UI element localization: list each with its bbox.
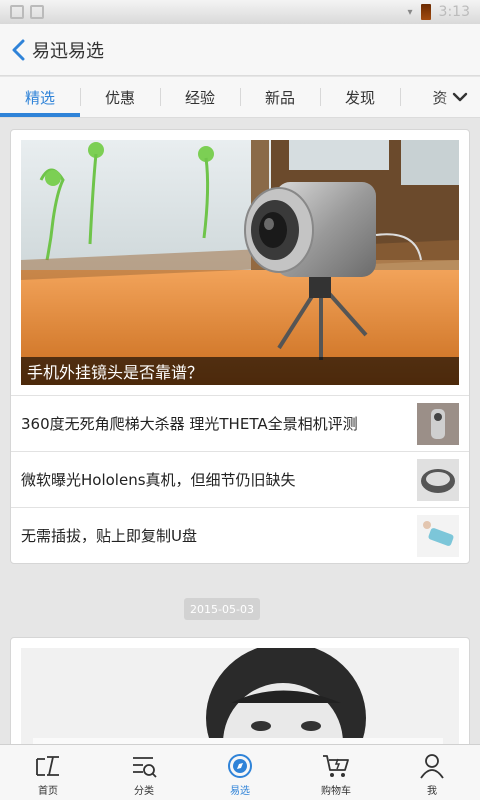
nav-picks[interactable]: 易选 — [192, 745, 288, 800]
tab-new[interactable]: 新品 — [240, 77, 320, 117]
home-icon — [36, 756, 59, 776]
tab-featured[interactable]: 精选 — [0, 77, 80, 117]
battery-icon — [420, 4, 431, 20]
article-thumbnail — [417, 458, 459, 501]
notification-icon — [10, 5, 24, 19]
page-title: 易迅易选 — [32, 40, 104, 62]
nav-cart[interactable]: 购物车 — [288, 745, 384, 800]
compass-icon — [228, 754, 252, 778]
feed-card: 手机外挂镜头是否靠谱？ 360度无死角爬梯大杀器 理光THETA全景相机评测 微… — [10, 129, 470, 564]
article-title: 微软曝光Hololens真机，但细节仍旧缺失 — [21, 471, 296, 489]
status-bar: ▾ 3:13 — [0, 0, 480, 24]
tab-experience[interactable]: 经验 — [160, 77, 240, 117]
tab-label: 发现 — [344, 88, 375, 107]
nav-home[interactable]: 首页 — [0, 745, 96, 800]
back-icon[interactable] — [6, 36, 30, 64]
chevron-down-icon[interactable] — [440, 77, 480, 117]
nav-label: 易选 — [230, 786, 250, 797]
cart-icon — [323, 755, 349, 777]
nav-category[interactable]: 分类 — [96, 745, 192, 800]
title-bar: 易迅易选 — [0, 24, 480, 76]
nav-label: 我 — [427, 786, 437, 797]
tab-label: 优惠 — [104, 88, 135, 107]
tab-label: 新品 — [264, 88, 295, 107]
category-tabs: 精选 优惠 经验 新品 发现 资 — [0, 77, 480, 118]
list-item[interactable]: 微软曝光Hololens真机，但细节仍旧缺失 — [11, 451, 469, 507]
nav-label: 首页 — [38, 786, 58, 797]
list-item[interactable]: 360度无死角爬梯大杀器 理光THETA全景相机评测 — [11, 395, 469, 451]
article-thumbnail — [417, 402, 459, 445]
article-thumbnail — [417, 514, 459, 557]
date-badge: 2015-05-03 — [184, 598, 260, 620]
tab-discover[interactable]: 发现 — [320, 77, 400, 117]
tab-label: 精选 — [24, 88, 55, 107]
signal-icon: ▾ — [407, 6, 413, 18]
status-right: ▾ 3:13 — [408, 4, 470, 20]
notification-icon — [30, 5, 44, 19]
nav-label: 分类 — [134, 786, 154, 797]
article-title: 无需插拔，贴上即复制U盘 — [21, 527, 197, 545]
status-time: 3:13 — [438, 4, 470, 20]
user-icon — [420, 754, 444, 779]
nav-label: 购物车 — [321, 786, 351, 797]
hero-image — [21, 140, 459, 385]
hero-article[interactable]: 手机外挂镜头是否靠谱？ — [21, 140, 459, 385]
list-item[interactable]: 无需插拔，贴上即复制U盘 — [11, 507, 469, 563]
nav-me[interactable]: 我 — [384, 745, 480, 800]
tab-deals[interactable]: 优惠 — [80, 77, 160, 117]
category-search-icon — [133, 757, 157, 778]
article-title: 360度无死角爬梯大杀器 理光THETA全景相机评测 — [21, 415, 358, 433]
notification-icons — [10, 5, 44, 19]
tab-label: 经验 — [184, 88, 215, 107]
hero-caption: 手机外挂镜头是否靠谱？ — [21, 357, 459, 385]
bottom-nav: 首页 分类 易选 购物车 我 — [0, 744, 480, 800]
